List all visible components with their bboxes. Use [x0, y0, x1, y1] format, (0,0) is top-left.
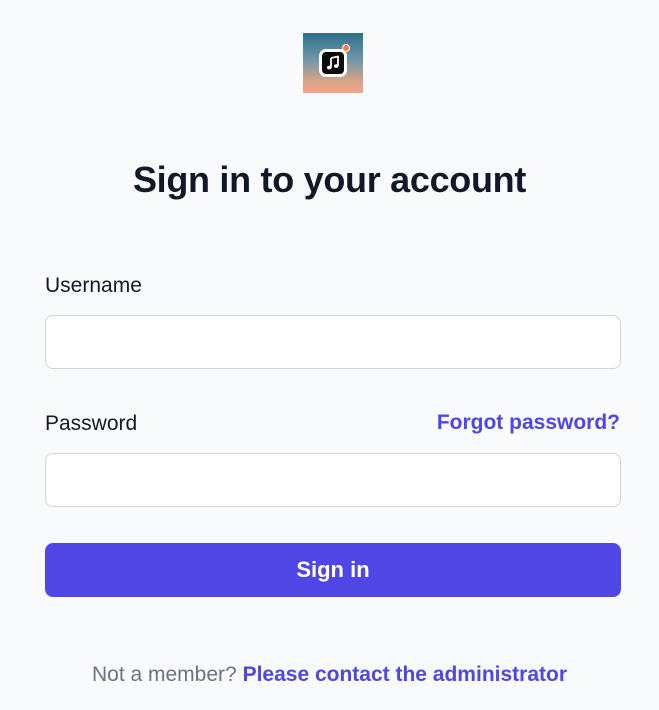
logo-app-tile	[319, 49, 347, 77]
password-label: Password	[45, 412, 138, 435]
password-input[interactable]	[45, 453, 621, 507]
contact-administrator-link[interactable]: Please contact the administrator	[243, 663, 567, 686]
forgot-password-link[interactable]: Forgot password?	[437, 410, 620, 436]
username-input[interactable]	[45, 315, 621, 369]
sign-in-button[interactable]: Sign in	[45, 543, 621, 597]
username-label: Username	[45, 274, 142, 297]
page-title: Sign in to your account	[132, 159, 527, 200]
footer-text: Not a member? Please contact the adminis…	[0, 662, 659, 688]
app-logo	[303, 33, 363, 93]
sign-in-page: Sign in to your account Username Passwor…	[0, 0, 659, 710]
logo-notification-dot	[342, 44, 350, 52]
footer-prompt: Not a member?	[91, 663, 237, 686]
music-note-icon	[327, 55, 339, 70]
